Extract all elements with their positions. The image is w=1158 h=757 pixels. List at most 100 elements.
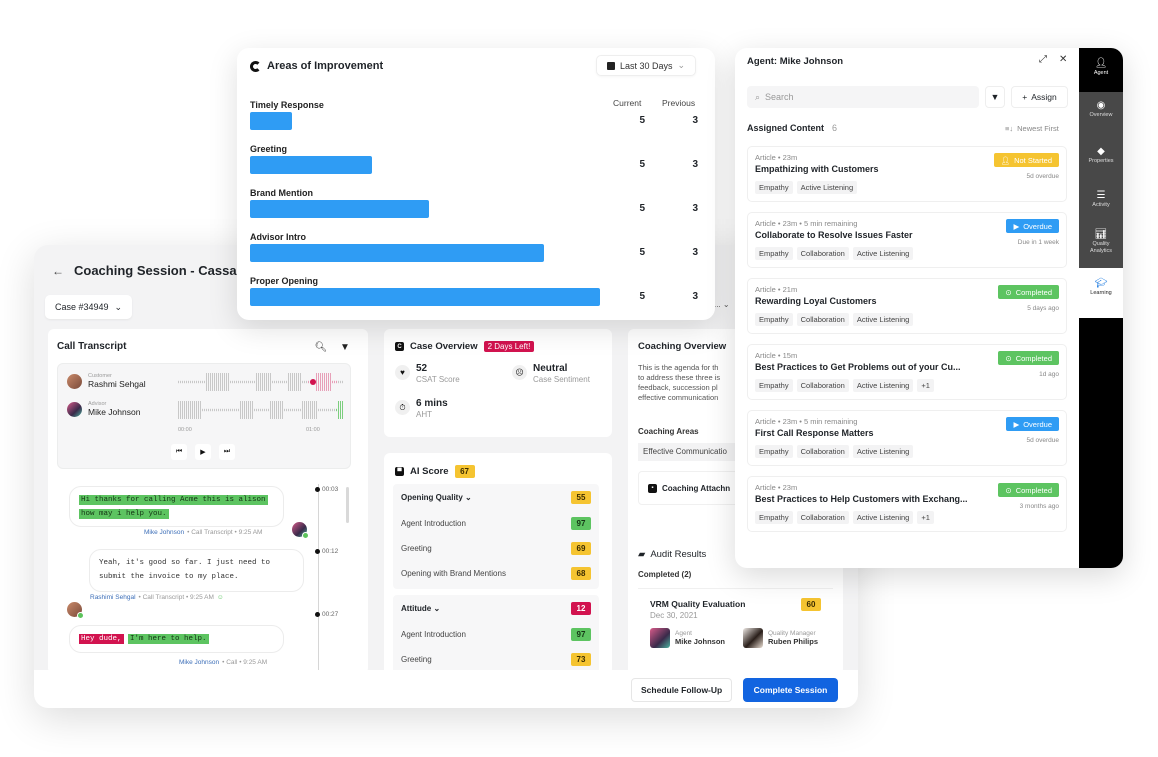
- waveform-bar: [328, 408, 329, 412]
- customer-waveform[interactable]: [178, 372, 343, 392]
- timeline-stamp[interactable]: 00:27: [315, 611, 338, 618]
- rail-item-activity[interactable]: ☰ Activity: [1079, 190, 1123, 209]
- audit-score-badge: 60: [801, 598, 821, 611]
- transcript-title: Call Transcript: [57, 341, 127, 352]
- rail-item-agent[interactable]: 👤︎ Agent: [1079, 58, 1123, 77]
- case-icon: C: [395, 342, 404, 351]
- column-previous: Previous: [662, 98, 696, 108]
- search-input[interactable]: ⌕ Search: [747, 86, 979, 108]
- neutral-face-icon: ☹: [512, 365, 527, 380]
- waveform-bar: [304, 380, 305, 384]
- score-label: Greeting: [401, 544, 432, 553]
- play-icon[interactable]: ▶: [195, 444, 211, 460]
- hidden-dropdown[interactable]: ... ⌄: [714, 300, 730, 309]
- waveform-bar: [290, 373, 291, 391]
- content-card[interactable]: Article • 23m Empathizing with Customers…: [747, 146, 1067, 202]
- improvement-bar[interactable]: [250, 244, 544, 262]
- skip-forward-icon[interactable]: ⏭: [219, 444, 235, 460]
- waveform-bar: [310, 401, 311, 419]
- highlighted-text: how may i help you.: [79, 509, 169, 519]
- user-icon: 👤︎: [1000, 155, 1011, 165]
- calendar-icon: [607, 61, 615, 70]
- waveform-bar: [288, 373, 289, 391]
- score-badge: 12: [571, 602, 591, 615]
- score-row: Greeting 69: [401, 542, 591, 555]
- waveform-bar: [332, 408, 333, 412]
- waveform-bar: [208, 408, 209, 412]
- rail-item-quality-analytics[interactable]: 📊︎ Quality Analytics: [1079, 230, 1123, 255]
- waveform-bar: [188, 380, 189, 384]
- waveform-bar: [256, 408, 257, 412]
- waveform-bar: [322, 408, 323, 412]
- date-range-dropdown[interactable]: Last 30 Days ⌄: [596, 55, 697, 76]
- tag-icon: ◆: [1097, 146, 1105, 157]
- assigned-content-header: Assigned Content 6: [747, 123, 837, 133]
- transcript-scrollbar[interactable]: [346, 487, 349, 523]
- case-select-value: Case #34949: [55, 302, 109, 312]
- score-group-header[interactable]: Opening Quality ⌄ 55: [401, 491, 591, 504]
- status-badge: ▶ Overdue: [1006, 417, 1059, 431]
- waveform-bar: [268, 373, 269, 391]
- content-card[interactable]: Article • 23m • 5 min remaining Collabor…: [747, 212, 1067, 268]
- status-subtext: 5d overdue: [1026, 173, 1059, 180]
- waveform-bar: [338, 401, 339, 419]
- waveform-bar: [326, 408, 327, 412]
- message-author[interactable]: Mike Johnson: [144, 529, 184, 536]
- message-info: • Call Transcript • 9:25 AM: [138, 594, 214, 601]
- waveform-bar: [314, 401, 315, 419]
- case-select[interactable]: Case #34949 ⌄: [45, 295, 133, 319]
- skip-back-icon[interactable]: ⏮: [171, 444, 187, 460]
- waveform-bar: [336, 408, 337, 412]
- timeline-stamp[interactable]: 00:03: [315, 486, 338, 493]
- content-card[interactable]: Article • 23m • 5 min remaining First Ca…: [747, 410, 1067, 466]
- filter-icon[interactable]: ▼: [336, 338, 354, 356]
- complete-session-button[interactable]: Complete Session: [743, 678, 838, 702]
- status-badge: 👤︎ Not Started: [993, 153, 1059, 167]
- waveform-bar: [224, 373, 225, 391]
- session-footer: Schedule Follow-Up Complete Session: [34, 670, 858, 708]
- ai-score-title: AI Score: [410, 466, 449, 477]
- sort-dropdown[interactable]: ≡↓ Newest First: [1005, 124, 1059, 133]
- message-author[interactable]: Rashimi Sehgal: [90, 594, 136, 601]
- waveform-bar: [214, 408, 215, 412]
- rail-item-learning[interactable]: 🎓︎ Learning: [1079, 268, 1123, 318]
- filter-button[interactable]: ▼: [985, 86, 1005, 108]
- attachment-icon: ▪: [648, 483, 657, 493]
- waveform-bar: [216, 408, 217, 412]
- score-group-header[interactable]: Attitude ⌄ 12: [401, 602, 591, 615]
- waveform-bar: [228, 408, 229, 412]
- improvement-bar[interactable]: [250, 200, 429, 218]
- group-name: Opening Quality: [401, 493, 463, 502]
- search-icon[interactable]: 🔍︎: [312, 338, 330, 356]
- waveform-bar: [326, 373, 327, 391]
- content-card[interactable]: Article • 23m Best Practices to Help Cus…: [747, 476, 1067, 532]
- playhead[interactable]: [310, 379, 316, 385]
- waveform-bar: [286, 380, 287, 384]
- waveform-bar: [264, 408, 265, 412]
- waveform-bar: [186, 401, 187, 419]
- content-card[interactable]: Article • 21m Rewarding Loyal Customers …: [747, 278, 1067, 334]
- content-card[interactable]: Article • 15m Best Practices to Get Prob…: [747, 344, 1067, 400]
- schedule-follow-up-button[interactable]: Schedule Follow-Up: [631, 678, 733, 702]
- waveform-bar: [292, 408, 293, 412]
- message-author[interactable]: Mike Johnson: [179, 659, 219, 666]
- assign-button[interactable]: + Assign: [1011, 86, 1068, 108]
- activity-icon: ☰: [1096, 190, 1106, 201]
- rail-item-overview[interactable]: ◉ Overview: [1079, 101, 1123, 119]
- timeline-stamp[interactable]: 00:12: [315, 548, 338, 555]
- tag: Collaboration: [796, 247, 849, 260]
- close-icon[interactable]: ✕: [1059, 54, 1067, 65]
- tag: Active Listening: [852, 511, 914, 524]
- arrow-left-icon[interactable]: ←: [52, 264, 64, 278]
- expand-icon[interactable]: ⤢: [1039, 54, 1047, 65]
- improvement-bar[interactable]: [250, 288, 600, 306]
- agent-icon: 👤︎: [1094, 58, 1108, 69]
- audit-card[interactable]: VRM Quality Evaluation Dec 30, 2021 60 A…: [638, 588, 833, 656]
- improvement-bar[interactable]: [250, 112, 292, 130]
- waveform-bar: [318, 408, 319, 412]
- rail-item-properties[interactable]: ◆ Properties: [1079, 146, 1123, 165]
- previous-value: 3: [692, 291, 698, 302]
- improvement-bar[interactable]: [250, 156, 372, 174]
- tag-list: Empathy Collaboration Active Listening: [755, 313, 914, 326]
- advisor-waveform[interactable]: [178, 400, 343, 420]
